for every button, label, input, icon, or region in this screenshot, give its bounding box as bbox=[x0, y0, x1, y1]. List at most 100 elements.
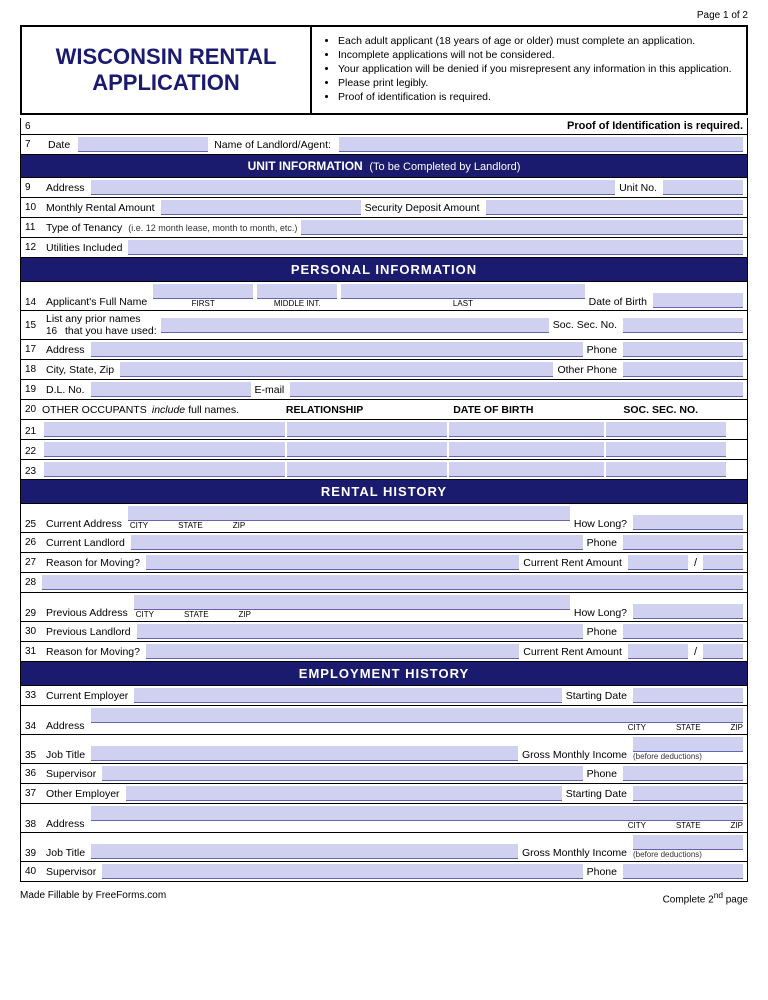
bullet-4: Please print legibly. bbox=[338, 77, 736, 89]
row-num-11: 11 bbox=[25, 222, 39, 233]
current-landlord-label: Current Landlord bbox=[46, 537, 125, 549]
supervisor-field-40[interactable] bbox=[102, 864, 582, 879]
gross-income-field-39[interactable] bbox=[633, 835, 743, 850]
footer-right: Complete 2nd page bbox=[663, 890, 748, 905]
current-landlord-field[interactable] bbox=[131, 535, 583, 550]
phone-field-17[interactable] bbox=[623, 342, 743, 357]
before-deductions-39: (before deductions) bbox=[633, 850, 702, 859]
utilities-label: Utilities Included bbox=[46, 242, 122, 254]
dob-field[interactable] bbox=[653, 293, 743, 308]
monthly-rental-field[interactable] bbox=[161, 200, 361, 215]
row-num-34: 34 bbox=[25, 721, 39, 732]
row-num-29: 29 bbox=[25, 608, 39, 619]
phone-label-36: Phone bbox=[587, 768, 617, 780]
utilities-field[interactable] bbox=[128, 240, 743, 255]
row-num-22: 22 bbox=[25, 446, 39, 457]
occupant-name-22[interactable] bbox=[44, 442, 285, 457]
occupant-dob-23[interactable] bbox=[449, 462, 604, 477]
how-long-field-25[interactable] bbox=[633, 515, 743, 530]
occupant-soc-21[interactable] bbox=[606, 422, 726, 437]
tenancy-field[interactable] bbox=[301, 220, 743, 235]
row-num-26: 26 bbox=[25, 537, 39, 548]
starting-date-field-37[interactable] bbox=[633, 786, 743, 801]
soc-sec-field[interactable] bbox=[623, 318, 743, 333]
prev-landlord-field[interactable] bbox=[137, 624, 583, 639]
bullet-3: Your application will be denied if you m… bbox=[338, 63, 736, 75]
how-long-field-29[interactable] bbox=[633, 604, 743, 619]
occupant-name-21[interactable] bbox=[44, 422, 285, 437]
phone-field-40[interactable] bbox=[623, 864, 743, 879]
rental-history-header: RENTAL HISTORY bbox=[20, 480, 748, 504]
address-field-17[interactable] bbox=[91, 342, 583, 357]
security-deposit-field[interactable] bbox=[486, 200, 743, 215]
row-num-39: 39 bbox=[25, 848, 39, 859]
personal-info-header: PERSONAL INFORMATION bbox=[20, 258, 748, 282]
email-field[interactable] bbox=[290, 382, 743, 397]
date-field[interactable] bbox=[78, 137, 208, 152]
extra-field-28[interactable] bbox=[42, 575, 743, 590]
address-field-38[interactable] bbox=[91, 806, 743, 821]
occupant-name-23[interactable] bbox=[44, 462, 285, 477]
starting-date-field-33[interactable] bbox=[633, 688, 743, 703]
phone-label-17: Phone bbox=[587, 344, 617, 356]
landlord-label: Name of Landlord/Agent: bbox=[214, 139, 331, 151]
row-num-31: 31 bbox=[25, 646, 39, 657]
unit-no-field[interactable] bbox=[663, 180, 743, 195]
current-rent-field-27[interactable] bbox=[628, 555, 688, 570]
prev-address-field[interactable] bbox=[134, 595, 570, 610]
relationship-col: RELATIONSHIP bbox=[286, 404, 363, 416]
job-title-field-39[interactable] bbox=[91, 844, 518, 859]
current-rent-period-31[interactable] bbox=[703, 644, 743, 659]
address-field-9[interactable] bbox=[91, 180, 616, 195]
dl-label: D.L. No. bbox=[46, 384, 85, 396]
supervisor-label-36: Supervisor bbox=[46, 768, 96, 780]
gross-income-label-35: Gross Monthly Income bbox=[522, 749, 627, 761]
current-address-field[interactable] bbox=[128, 506, 570, 521]
occupant-soc-22[interactable] bbox=[606, 442, 726, 457]
occupant-soc-23[interactable] bbox=[606, 462, 726, 477]
starting-date-label-33: Starting Date bbox=[566, 690, 627, 702]
last-label: LAST bbox=[453, 299, 473, 308]
unit-no-label: Unit No. bbox=[619, 182, 657, 194]
footer-left: Made Fillable by FreeForms.com bbox=[20, 890, 166, 905]
row-num-25: 25 bbox=[25, 519, 39, 530]
row-num-33: 33 bbox=[25, 690, 39, 701]
middle-name-field[interactable] bbox=[257, 284, 337, 299]
landlord-field[interactable] bbox=[339, 137, 743, 152]
prior-names-field[interactable] bbox=[161, 318, 549, 333]
address-field-34[interactable] bbox=[91, 708, 743, 723]
other-phone-field[interactable] bbox=[623, 362, 743, 377]
current-employer-label: Current Employer bbox=[46, 690, 128, 702]
row-num-19: 19 bbox=[25, 384, 39, 395]
bullet-2: Incomplete applications will not be cons… bbox=[338, 49, 736, 61]
supervisor-field-36[interactable] bbox=[102, 766, 582, 781]
gross-income-field-35[interactable] bbox=[633, 737, 743, 752]
header-box: WISCONSIN RENTAL APPLICATION Each adult … bbox=[20, 25, 748, 115]
phone-field-36[interactable] bbox=[623, 766, 743, 781]
reason-moving-label-27: Reason for Moving? bbox=[46, 557, 140, 569]
row-num-17: 17 bbox=[25, 344, 39, 355]
dl-field[interactable] bbox=[91, 382, 251, 397]
current-employer-field[interactable] bbox=[134, 688, 561, 703]
occupant-dob-21[interactable] bbox=[449, 422, 604, 437]
occupant-rel-21[interactable] bbox=[287, 422, 447, 437]
first-name-field[interactable] bbox=[153, 284, 253, 299]
job-title-field-35[interactable] bbox=[91, 746, 518, 761]
prev-address-label: Previous Address bbox=[46, 607, 128, 619]
phone-field-26[interactable] bbox=[623, 535, 743, 550]
occupant-dob-22[interactable] bbox=[449, 442, 604, 457]
reason-moving-field-31[interactable] bbox=[146, 644, 519, 659]
occupant-rel-23[interactable] bbox=[287, 462, 447, 477]
current-rent-label-31: Current Rent Amount bbox=[523, 646, 622, 658]
other-employer-field[interactable] bbox=[126, 786, 562, 801]
how-long-label-29: How Long? bbox=[574, 607, 627, 619]
last-name-field[interactable] bbox=[341, 284, 584, 299]
phone-field-30[interactable] bbox=[623, 624, 743, 639]
state-label-25: STATE bbox=[178, 521, 203, 530]
city-state-zip-field[interactable] bbox=[120, 362, 553, 377]
reason-moving-field-27[interactable] bbox=[146, 555, 519, 570]
occupant-rel-22[interactable] bbox=[287, 442, 447, 457]
current-rent-period-27[interactable] bbox=[703, 555, 743, 570]
current-rent-field-31[interactable] bbox=[628, 644, 688, 659]
row-num-27: 27 bbox=[25, 557, 39, 568]
